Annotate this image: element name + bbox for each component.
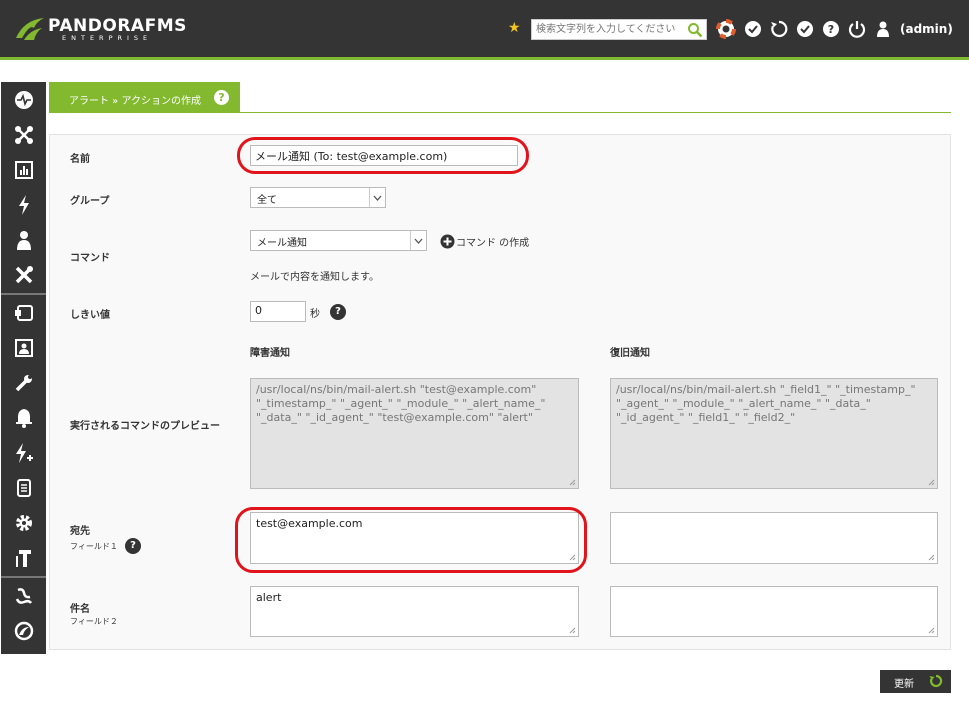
refresh-icon[interactable]: [768, 18, 790, 40]
logo-subtitle: ENTERPRISE: [62, 34, 153, 42]
resize-grip-icon[interactable]: [569, 627, 576, 634]
resources-icon[interactable]: [1, 298, 46, 328]
search-icon[interactable]: [687, 22, 703, 38]
help-icon[interactable]: ?: [820, 18, 842, 40]
preview-fire-textarea[interactable]: /usr/local/ns/bin/mail-alert.sh "test@ex…: [250, 378, 579, 489]
configuration-icon[interactable]: [1, 368, 46, 398]
help-icon[interactable]: ?: [214, 90, 229, 105]
highlight-annotation: [237, 137, 529, 174]
preview-fire-text: /usr/local/ns/bin/mail-alert.sh "test@ex…: [256, 383, 546, 424]
events-icon[interactable]: [1, 190, 46, 220]
name-label: 名前: [70, 154, 90, 165]
update-button[interactable]: 更新: [880, 670, 951, 693]
check-icon[interactable]: [742, 18, 764, 40]
field2-fire-textarea[interactable]: alert: [250, 586, 579, 637]
field1-label: 宛先: [70, 526, 90, 537]
admin-tools-icon[interactable]: [1, 543, 46, 573]
field2-sublabel: フィールド２: [70, 617, 118, 626]
help-icon[interactable]: ?: [330, 304, 346, 320]
chevron-down-icon[interactable]: [410, 231, 426, 250]
svg-text:?: ?: [828, 23, 834, 36]
links-icon[interactable]: [1, 581, 46, 611]
setup-icon[interactable]: [1, 508, 46, 538]
power-icon[interactable]: [846, 18, 868, 40]
breadcrumb-text: アラート » アクションの作成: [69, 96, 201, 107]
resize-grip-icon[interactable]: [569, 479, 576, 486]
add-icon[interactable]: [440, 234, 455, 249]
star-icon[interactable]: ★: [508, 20, 521, 36]
create-command-link[interactable]: コマンド の作成: [456, 234, 529, 249]
highlight-annotation: [235, 507, 587, 573]
preview-label: 実行されるコマンドのプレビュー: [70, 421, 220, 432]
preview-recovery-text: /usr/local/ns/bin/mail-alert.sh "_field1…: [616, 383, 916, 424]
breadcrumb: アラート » アクションの作成 ?: [49, 82, 240, 113]
sidebar-divider: [1, 293, 46, 295]
field1-recovery-textarea[interactable]: [610, 512, 938, 564]
user-icon[interactable]: [1, 225, 46, 255]
preview-recovery-textarea[interactable]: /usr/local/ns/bin/mail-alert.sh "_field1…: [610, 378, 938, 489]
search-box[interactable]: [531, 19, 707, 40]
fire-column-header: 障害通知: [250, 348, 290, 359]
refresh-icon: [929, 674, 943, 688]
field1-sublabel: フィールド１: [70, 542, 118, 551]
resize-grip-icon[interactable]: [928, 627, 935, 634]
threshold-input[interactable]: 0: [250, 301, 306, 322]
alerts-icon[interactable]: [1, 403, 46, 433]
profile-icon[interactable]: [1, 333, 46, 363]
group-select[interactable]: 全て: [250, 187, 386, 208]
group-select-value: 全て: [257, 195, 277, 206]
logo-icon: [16, 18, 44, 40]
command-description: メールで内容を通知します。: [250, 272, 379, 283]
field2-label: 件名: [70, 604, 90, 615]
resize-grip-icon[interactable]: [928, 479, 935, 486]
check-icon[interactable]: [794, 18, 816, 40]
servers-icon[interactable]: [1, 438, 46, 468]
group-label: グループ: [70, 196, 110, 207]
field2-fire-text: alert: [256, 591, 282, 604]
user-name[interactable]: (admin): [900, 22, 953, 36]
command-label: コマンド: [70, 253, 110, 264]
update-button-label: 更新: [894, 679, 914, 690]
search-input[interactable]: [532, 20, 682, 39]
logs-icon[interactable]: [1, 473, 46, 503]
monitoring-icon[interactable]: [1, 85, 46, 115]
logo-text: PANDORAFMS: [48, 16, 187, 36]
sidebar: [1, 82, 46, 654]
tools-icon[interactable]: [1, 260, 46, 290]
field2-recovery-textarea[interactable]: [610, 586, 938, 637]
resize-grip-icon[interactable]: [928, 554, 935, 561]
top-header: PANDORAFMS ENTERPRISE ★ ? (admin): [0, 0, 969, 60]
threshold-unit: 秒: [310, 309, 320, 320]
lifebuoy-icon[interactable]: [715, 18, 737, 40]
help-icon[interactable]: ?: [125, 538, 141, 554]
chevron-down-icon[interactable]: [369, 188, 385, 207]
threshold-label: しきい値: [70, 310, 110, 321]
sidebar-divider: [1, 576, 46, 578]
update-manager-icon[interactable]: [1, 616, 46, 646]
topology-icon[interactable]: [1, 120, 46, 150]
user-icon[interactable]: [872, 18, 894, 40]
command-select-value: メール通知: [257, 238, 307, 249]
command-select[interactable]: メール通知: [250, 230, 427, 251]
recovery-column-header: 復旧通知: [610, 348, 650, 359]
reports-icon[interactable]: [1, 155, 46, 185]
